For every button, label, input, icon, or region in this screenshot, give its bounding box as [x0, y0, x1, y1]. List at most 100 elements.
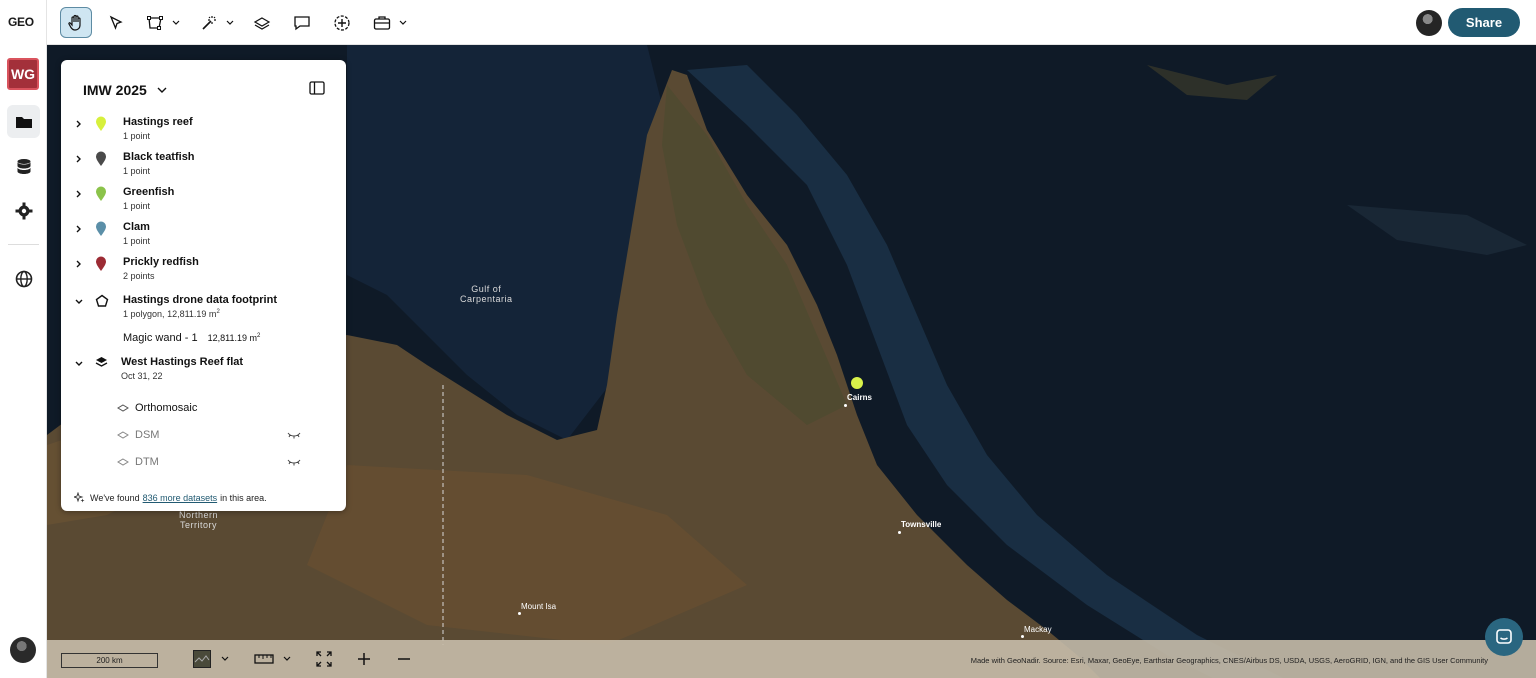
layer-subtitle: 1 point [123, 131, 151, 141]
left-rail: GEO WG [0, 0, 47, 678]
layer-date: Oct 31, 22 [121, 371, 163, 381]
layer-subtitle: 2 points [123, 271, 155, 281]
select-tool-button[interactable] [100, 7, 132, 38]
magic-wand-feature[interactable]: Magic wand - 1 12,811.19 m2 [123, 332, 260, 344]
briefcase-icon [366, 7, 398, 38]
user-avatar[interactable] [1416, 10, 1442, 36]
city-dot [518, 612, 521, 615]
database-icon[interactable] [7, 150, 40, 183]
project-selector[interactable]: IMW 2025 [83, 82, 167, 98]
city-dot [844, 404, 847, 407]
add-layer-button[interactable] [246, 7, 278, 38]
layer-row[interactable]: Hastings reef 1 point [75, 116, 335, 148]
product-orthomosaic[interactable]: Orthomosaic [117, 402, 197, 414]
city-label-townsville: Townsville [901, 520, 942, 529]
polygon-icon [95, 294, 109, 307]
folder-icon[interactable] [7, 105, 40, 138]
layer-subtitle: 1 point [123, 201, 151, 211]
map-label-line: Gulf of [471, 284, 502, 294]
product-dsm[interactable]: DSM [117, 429, 159, 441]
area-unit-sup: 2 [256, 333, 261, 339]
notice-prefix: We've found [90, 492, 140, 503]
map-label-line: Territory [180, 520, 218, 530]
share-button[interactable]: Share [1448, 8, 1520, 37]
plus-icon [358, 653, 370, 665]
chevron-right-icon[interactable] [75, 155, 83, 163]
layer-footprint[interactable]: Hastings drone data footprint 1 polygon,… [75, 294, 335, 326]
zoom-out-button[interactable] [396, 650, 412, 668]
top-toolbar: Share [47, 0, 1536, 45]
chat-icon [1496, 629, 1512, 644]
product-label: Orthomosaic [135, 402, 198, 414]
basemap-thumbnail-icon [193, 650, 211, 668]
magic-wand-icon [193, 7, 225, 38]
city-label-mount-isa: Mount Isa [521, 602, 557, 611]
map-label-gulf: Gulf of Carpentaria [460, 284, 513, 304]
layer-dataset[interactable]: West Hastings Reef flat Oct 31, 22 [75, 356, 335, 388]
chevron-right-icon[interactable] [75, 260, 83, 268]
notice-suffix: in this area. [220, 492, 267, 503]
gear-icon[interactable] [7, 194, 40, 227]
product-label: DTM [135, 456, 159, 468]
map-pin-icon [96, 256, 106, 271]
zoom-in-button[interactable] [356, 650, 372, 668]
product-dtm[interactable]: DTM [117, 456, 159, 468]
city-label-cairns: Cairns [847, 393, 872, 402]
map-attribution: Made with GeoNadir. Source: Esri, Maxar,… [970, 656, 1488, 665]
layer-row[interactable]: Black teatfish 1 point [75, 151, 335, 183]
eye-closed-icon[interactable] [287, 459, 301, 466]
fullscreen-button[interactable] [316, 650, 332, 668]
ruler-icon [254, 654, 274, 664]
chat-launcher-button[interactable] [1485, 618, 1523, 656]
feature-area: 12,811.19 m2 [208, 333, 261, 343]
geo-logo[interactable]: GEO [8, 15, 34, 29]
layer-subtitle: 1 polygon, 12,811.19 m2 [123, 309, 220, 319]
user-avatar[interactable] [10, 637, 36, 663]
layer-diamond-icon [117, 431, 129, 439]
map-bottom-bar: 200 km Made with GeoNadir. Source: Esri,… [47, 640, 1536, 678]
pan-tool-button[interactable] [60, 7, 92, 38]
magic-wand-tool-button[interactable] [193, 7, 234, 38]
project-title: IMW 2025 [83, 82, 147, 98]
map-label-line: Northern [179, 510, 219, 520]
layer-row[interactable]: Clam 1 point [75, 221, 335, 253]
chevron-right-icon[interactable] [75, 120, 83, 128]
layer-row[interactable]: Greenfish 1 point [75, 186, 335, 218]
chevron-down-icon [283, 656, 291, 661]
map-pin-icon [96, 151, 106, 166]
eye-closed-icon[interactable] [287, 432, 301, 439]
workspace-badge[interactable]: WG [7, 58, 39, 90]
city-dot [898, 531, 901, 534]
point-marker[interactable] [851, 377, 863, 389]
collapse-panel-button[interactable] [309, 81, 325, 100]
chevron-down-icon [226, 20, 234, 25]
more-datasets-notice: We've found 836 more datasets in this ar… [74, 492, 267, 503]
globe-icon[interactable] [7, 262, 40, 295]
layer-name: Black teatfish [123, 151, 195, 163]
polygon-area: 12,811.19 m [167, 309, 217, 319]
chevron-down-icon [221, 656, 229, 661]
chevron-down-icon [172, 20, 180, 25]
comment-tool-button[interactable] [286, 7, 318, 38]
polygon-tool-button[interactable] [139, 7, 180, 38]
chevron-down-icon [157, 87, 167, 93]
area-unit-sup: 2 [216, 309, 220, 315]
chevron-right-icon[interactable] [75, 225, 83, 233]
add-point-button[interactable] [326, 7, 358, 38]
toolkit-button[interactable] [366, 7, 407, 38]
hand-icon [60, 7, 92, 38]
comment-icon [286, 7, 318, 38]
product-label: DSM [135, 429, 160, 441]
measure-tool-button[interactable] [254, 650, 291, 668]
more-datasets-link[interactable]: 836 more datasets [143, 493, 218, 503]
layers-add-icon [246, 7, 278, 38]
chevron-right-icon[interactable] [75, 190, 83, 198]
polygon-icon [139, 7, 171, 38]
chevron-down-icon[interactable] [75, 298, 83, 306]
feature-area-value: 12,811.19 m [207, 333, 257, 343]
layers-panel: IMW 2025 Hastings reef 1 point Black teatf… [61, 60, 346, 511]
basemap-switcher[interactable] [193, 650, 229, 668]
city-dot [1021, 635, 1024, 638]
layer-row[interactable]: Prickly redfish 2 points [75, 256, 335, 288]
chevron-down-icon[interactable] [75, 360, 83, 368]
